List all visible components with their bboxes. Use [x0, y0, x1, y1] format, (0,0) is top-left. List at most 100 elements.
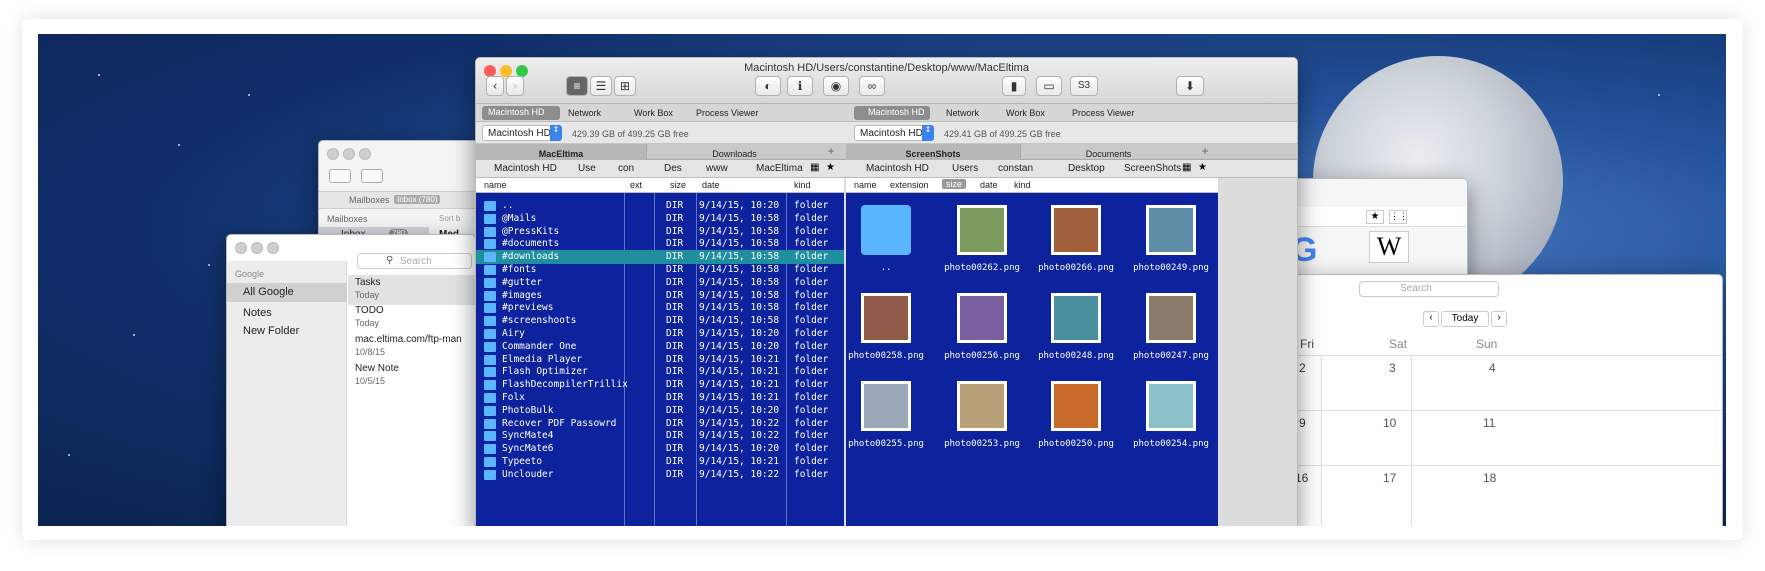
image-thumbnail[interactable]	[861, 381, 911, 431]
notes-search-input[interactable]: ⚲ Search	[357, 253, 472, 269]
volume-select-right[interactable]: Macintosh HD ⇕	[854, 125, 934, 141]
star-icon[interactable]: ★	[1198, 162, 1207, 173]
date-cell[interactable]: 9	[1299, 416, 1306, 430]
back-button[interactable]: ‹	[486, 76, 504, 96]
note-title[interactable]: TODO	[355, 305, 384, 316]
star-icon[interactable]: ★	[1366, 210, 1384, 224]
nav-process-viewer[interactable]: Process Viewer	[696, 108, 758, 118]
date-cell[interactable]: 11	[1483, 416, 1495, 430]
tab-downloads[interactable]: Downloads	[646, 144, 822, 160]
image-thumbnail[interactable]	[1146, 205, 1196, 255]
s3-button[interactable]: S3	[1070, 76, 1098, 96]
note-date: Today	[355, 290, 380, 300]
nav-network[interactable]: Network	[568, 108, 601, 118]
crumb[interactable]: constan	[998, 163, 1033, 174]
tab-documents[interactable]: Documents	[1020, 144, 1196, 160]
sort-extension[interactable]: extension	[890, 180, 929, 190]
note-title[interactable]: mac.eltima.com/ftp-man	[355, 334, 462, 345]
grid-icon[interactable]: ▦	[810, 162, 819, 173]
date-cell[interactable]: 10	[1383, 416, 1396, 430]
date-cell[interactable]: 4	[1489, 361, 1496, 375]
star-icon[interactable]: ★	[826, 162, 835, 173]
image-thumbnail[interactable]	[1051, 293, 1101, 343]
compose-icon[interactable]	[361, 169, 383, 183]
envelope-icon[interactable]	[329, 169, 351, 183]
calendar-window[interactable]: Search ‹ Today › Fri Sat Sun 2 3 4 9 10 …	[1278, 274, 1723, 526]
date-cell[interactable]: 2	[1299, 361, 1306, 375]
image-thumbnail[interactable]	[1051, 381, 1101, 431]
date-cell[interactable]: 17	[1383, 471, 1396, 485]
image-thumbnail[interactable]	[957, 293, 1007, 343]
add-tab-icon[interactable]: +	[824, 144, 838, 160]
nav-work-box[interactable]: Work Box	[1006, 108, 1045, 118]
crumb[interactable]: MacEltima	[756, 163, 803, 174]
toggle-hidden-icon[interactable]: ◐	[755, 76, 781, 96]
sort-size[interactable]: size	[942, 179, 967, 189]
crumb[interactable]: Use	[578, 163, 596, 174]
crumb[interactable]: con	[618, 163, 634, 174]
apps-icon[interactable]: ⋮⋮	[1389, 210, 1408, 224]
folder-new[interactable]: New Folder	[243, 325, 299, 337]
sort-label[interactable]: Sort b	[439, 214, 460, 223]
calendar-search-input[interactable]: Search	[1359, 281, 1499, 297]
note-title[interactable]: New Note	[355, 363, 399, 374]
grid-icon[interactable]: ▦	[1182, 162, 1191, 173]
sort-kind[interactable]: kind	[1014, 180, 1031, 190]
crumb[interactable]: ScreenShots	[1124, 163, 1181, 174]
nav-macintosh-hd-left[interactable]: Macintosh HD	[482, 106, 560, 120]
folder-notes[interactable]: Notes	[243, 307, 272, 319]
image-thumbnail[interactable]	[1051, 205, 1101, 255]
info-icon[interactable]: ℹ	[787, 76, 813, 96]
image-thumbnail[interactable]	[861, 293, 911, 343]
folder-all-google[interactable]: All Google	[227, 283, 347, 302]
inbox-tab[interactable]: Inbox (780)	[394, 195, 441, 204]
next-button[interactable]: ›	[1491, 311, 1507, 327]
nav-process-viewer[interactable]: Process Viewer	[1072, 108, 1134, 118]
col-size[interactable]: size	[670, 180, 686, 190]
add-tab-icon[interactable]: +	[1198, 144, 1212, 160]
volume-select-left[interactable]: Macintosh HD ⇕	[482, 125, 562, 141]
nav-work-box[interactable]: Work Box	[634, 108, 673, 118]
col-name[interactable]: name	[484, 180, 507, 190]
detail-view-icon[interactable]: ☰	[590, 76, 612, 96]
date-cell[interactable]: 18	[1483, 471, 1496, 485]
forward-button[interactable]: ›	[506, 76, 524, 96]
prev-button[interactable]: ‹	[1423, 311, 1439, 327]
col-ext[interactable]: ext	[630, 180, 642, 190]
tab-screenshots[interactable]: ScreenShots	[846, 144, 1020, 160]
download-icon[interactable]: ⬇	[1176, 76, 1204, 96]
crumb[interactable]: Users	[952, 163, 978, 174]
nav-macintosh-hd-right[interactable]: Macintosh HD	[854, 106, 930, 120]
image-thumbnail[interactable]	[957, 381, 1007, 431]
thumbnail-grid-right[interactable]: .. photo00262.png photo00266.png photo00249…	[846, 193, 1218, 526]
sort-date[interactable]: date	[980, 180, 998, 190]
archive-icon[interactable]: ▮	[1002, 76, 1026, 96]
date-cell[interactable]: 3	[1389, 361, 1396, 375]
file-row[interactable]: Unclouder DIR 9/14/15, 10:22 folder	[476, 468, 844, 482]
wikipedia-logo[interactable]: W	[1369, 231, 1409, 263]
col-date[interactable]: date	[702, 180, 720, 190]
mailboxes-tab[interactable]: Mailboxes	[349, 195, 390, 205]
file-list-left[interactable]: .. DIR 9/14/15, 10:20 folder @Mails DIR 9/14/1…	[476, 193, 844, 526]
col-kind[interactable]: kind	[794, 180, 811, 190]
crumb[interactable]: www	[706, 163, 728, 174]
image-thumbnail[interactable]	[957, 205, 1007, 255]
notes-window[interactable]: Google All Google Notes New Folder ⚲ Sea…	[226, 234, 476, 526]
thumbnail-view-icon[interactable]: ⊞	[614, 76, 636, 96]
nav-network[interactable]: Network	[946, 108, 979, 118]
crumb[interactable]: Macintosh HD	[494, 163, 557, 174]
crumb[interactable]: Des	[664, 163, 682, 174]
image-thumbnail[interactable]	[1146, 381, 1196, 431]
terminal-icon[interactable]: ▭	[1036, 76, 1062, 96]
crumb[interactable]: Macintosh HD	[866, 163, 929, 174]
sort-name[interactable]: name	[854, 180, 877, 190]
tab-maceltima[interactable]: MacEltima	[476, 144, 646, 160]
binoculars-icon[interactable]: ∞	[859, 76, 885, 96]
parent-folder-icon[interactable]	[861, 205, 911, 255]
list-view-icon[interactable]: ≡	[566, 76, 588, 96]
preview-eye-icon[interactable]: ◉	[823, 76, 849, 96]
image-thumbnail[interactable]	[1146, 293, 1196, 343]
today-button[interactable]: Today	[1441, 311, 1489, 327]
file-manager-window[interactable]: Macintosh HD/Users/constantine/Desktop/w…	[475, 57, 1298, 526]
crumb[interactable]: Desktop	[1068, 163, 1105, 174]
